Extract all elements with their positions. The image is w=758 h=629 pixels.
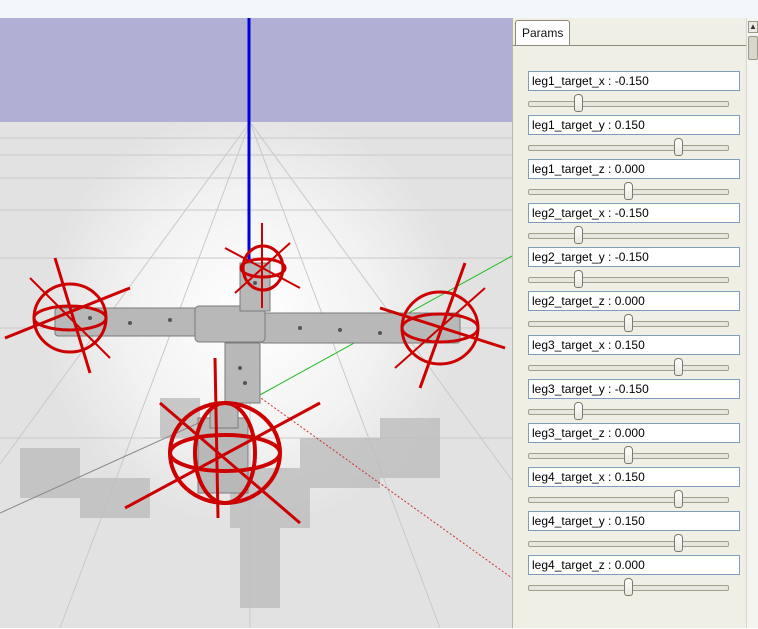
param-leg3-target-z: leg3_target_z : 0.000: [528, 423, 740, 464]
param-label: leg3_target_z : 0.000: [528, 423, 740, 443]
slider-thumb[interactable]: [624, 182, 633, 200]
param-label: leg1_target_z : 0.000: [528, 159, 740, 179]
tab-params[interactable]: Params: [515, 20, 571, 45]
slider-thumb[interactable]: [673, 534, 683, 552]
param-leg4-target-y: leg4_target_y : 0.150: [528, 511, 740, 552]
param-leg1-target-y: leg1_target_y : 0.150: [528, 115, 740, 156]
window-top-strip: [0, 0, 758, 19]
slider-track[interactable]: [528, 409, 729, 415]
param-leg3-target-y: leg3_target_y : -0.150: [528, 379, 740, 420]
slider-track[interactable]: [528, 541, 729, 547]
scroll-up-arrow-icon[interactable]: ▲: [748, 21, 758, 33]
scroll-thumb[interactable]: [748, 36, 758, 60]
slider-thumb[interactable]: [574, 94, 584, 112]
slider-track[interactable]: [528, 497, 729, 503]
slider-thumb[interactable]: [624, 446, 633, 464]
param-leg1-target-x: leg1_target_x : -0.150: [528, 71, 740, 112]
slider-thumb[interactable]: [673, 358, 683, 376]
scene-canvas[interactable]: [0, 18, 512, 628]
param-label: leg3_target_x : 0.150: [528, 335, 740, 355]
slider-thumb[interactable]: [624, 314, 633, 332]
slider-track[interactable]: [528, 101, 729, 107]
slider-thumb[interactable]: [673, 138, 683, 156]
param-leg2-target-x: leg2_target_x : -0.150: [528, 203, 740, 244]
slider-thumb[interactable]: [574, 226, 584, 244]
slider-track[interactable]: [528, 365, 729, 371]
slider-thumb[interactable]: [673, 490, 683, 508]
slider-thumb[interactable]: [624, 578, 633, 596]
param-label: leg4_target_y : 0.150: [528, 511, 740, 531]
params-panel: Params leg1_target_x : -0.150 leg1_targe…: [512, 18, 747, 628]
sky: [0, 18, 512, 122]
3d-viewport[interactable]: [0, 18, 512, 628]
slider-track[interactable]: [528, 145, 729, 151]
param-label: leg1_target_y : 0.150: [528, 115, 740, 135]
slider-thumb[interactable]: [574, 270, 584, 288]
slider-track[interactable]: [528, 233, 729, 239]
param-label: leg1_target_x : -0.150: [528, 71, 740, 91]
param-label: leg2_target_z : 0.000: [528, 291, 740, 311]
param-leg4-target-x: leg4_target_x : 0.150: [528, 467, 740, 508]
param-label: leg2_target_x : -0.150: [528, 203, 740, 223]
param-label: leg3_target_y : -0.150: [528, 379, 740, 399]
param-leg2-target-y: leg2_target_y : -0.150: [528, 247, 740, 288]
param-leg1-target-z: leg1_target_z : 0.000: [528, 159, 740, 200]
param-label: leg4_target_x : 0.150: [528, 467, 740, 487]
param-label: leg4_target_z : 0.000: [528, 555, 740, 575]
param-label: leg2_target_y : -0.150: [528, 247, 740, 267]
vertical-scrollbar[interactable]: ▲: [746, 18, 758, 628]
param-leg4-target-z: leg4_target_z : 0.000: [528, 555, 740, 596]
slider-thumb[interactable]: [574, 402, 584, 420]
slider-track[interactable]: [528, 277, 729, 283]
params-list: leg1_target_x : -0.150 leg1_target_y : 0…: [513, 45, 747, 629]
param-leg3-target-x: leg3_target_x : 0.150: [528, 335, 740, 376]
param-leg2-target-z: leg2_target_z : 0.000: [528, 291, 740, 332]
